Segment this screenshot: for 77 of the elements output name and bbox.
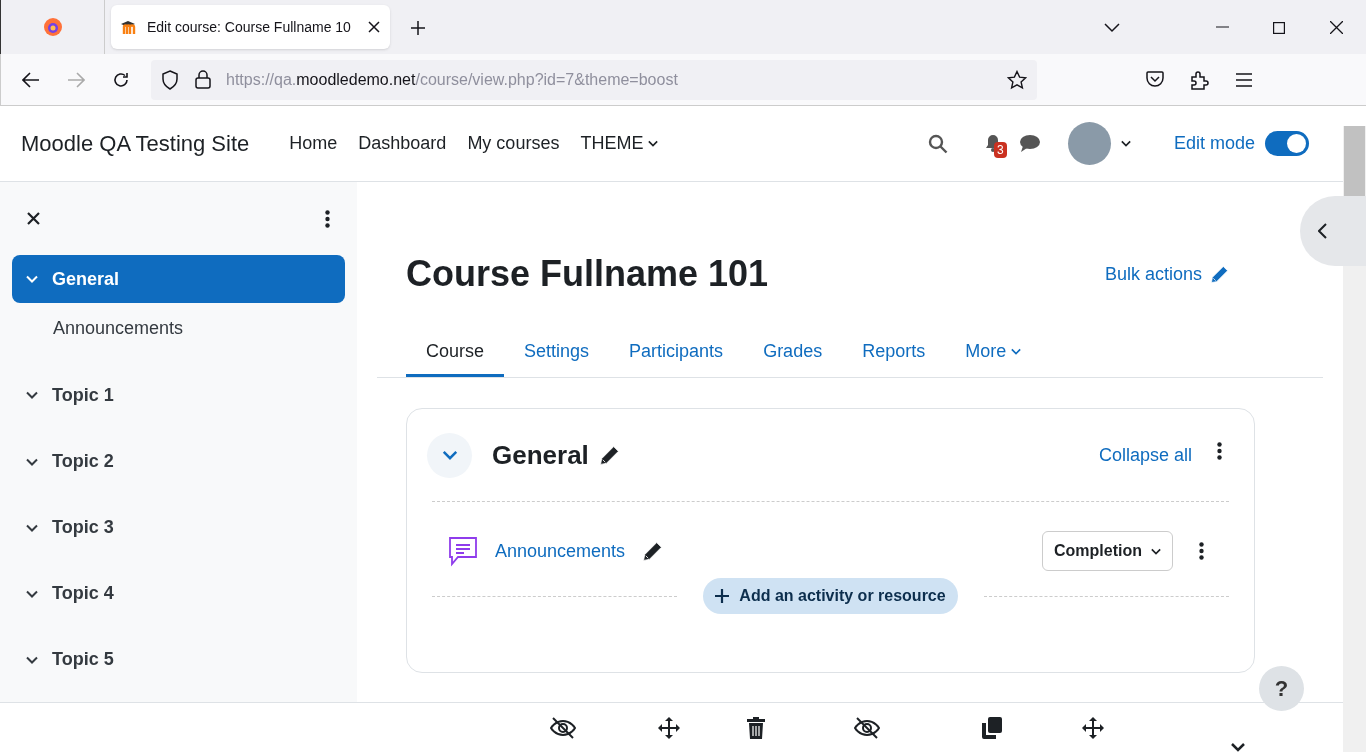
nav-tab[interactable]: Reports — [842, 329, 946, 377]
chevron-down-icon — [1120, 140, 1131, 147]
nav-tab[interactable]: More — [945, 329, 1042, 377]
chevron-down-icon — [26, 655, 38, 664]
course-title: Course Fullname 101 — [406, 252, 769, 296]
help-button[interactable]: ? — [1259, 666, 1304, 711]
back-icon[interactable] — [22, 71, 40, 88]
trash-icon[interactable] — [747, 716, 765, 739]
chevron-down-icon[interactable] — [1231, 742, 1245, 752]
activity-link[interactable]: Announcements — [495, 537, 626, 565]
browser-tab[interactable]: Edit course: Course Fullname 10 — [111, 5, 390, 49]
star-icon[interactable] — [1007, 69, 1027, 90]
chevron-down-icon — [26, 589, 38, 598]
move-icon[interactable] — [1082, 716, 1104, 739]
edit-mode-label: Edit mode — [1173, 132, 1255, 155]
close-window-icon[interactable] — [1330, 21, 1343, 34]
url-text: https://qa.moodledemo.net/course/view.php?id=7&theme=boost — [226, 69, 678, 90]
course-index-item[interactable]: Announcements — [12, 303, 345, 354]
address-bar[interactable]: https://qa.moodledemo.net/course/view.php?id=7&theme=boost — [151, 59, 1037, 100]
drawer-toggle-button[interactable] — [1300, 196, 1366, 266]
plus-icon — [715, 589, 730, 603]
course-index-section[interactable]: Topic 1 — [12, 371, 345, 420]
tab-title: Edit course: Course Fullname 10 — [147, 17, 351, 37]
nav-tab[interactable]: Grades — [743, 329, 843, 377]
nav-tab[interactable]: Settings — [504, 329, 610, 377]
completion-dropdown[interactable]: Completion — [1042, 531, 1173, 571]
nav-link[interactable]: My courses — [467, 130, 560, 157]
course-index-section[interactable]: General — [12, 255, 345, 304]
section-title: General — [492, 438, 589, 472]
course-index-section[interactable]: Topic 2 — [12, 437, 345, 486]
extensions-icon[interactable] — [1191, 69, 1209, 90]
new-tab-icon[interactable] — [410, 20, 426, 36]
chevron-down-icon — [648, 140, 659, 147]
menu-icon[interactable] — [1236, 72, 1252, 87]
collapse-all-link[interactable]: Collapse all — [1098, 441, 1192, 469]
hidden-eye-icon[interactable] — [854, 716, 880, 739]
browser-logo-icon[interactable] — [42, 17, 63, 37]
chat-bubble-icon[interactable] — [1019, 135, 1040, 152]
chevron-down-icon — [26, 457, 38, 466]
add-activity-button[interactable]: Add an activity or resource — [703, 578, 958, 614]
forum-icon — [447, 535, 479, 567]
site-name[interactable]: Moodle QA Testing Site — [21, 127, 250, 160]
edit-mode-toggle[interactable] — [1265, 131, 1309, 156]
copy-icon[interactable] — [981, 716, 1003, 739]
more-options-icon[interactable] — [325, 209, 330, 228]
reload-icon[interactable] — [112, 70, 130, 89]
move-icon[interactable] — [658, 716, 680, 739]
pencil-icon[interactable] — [642, 540, 664, 562]
chevron-down-icon — [26, 275, 38, 284]
course-index-section[interactable]: Topic 5 — [12, 635, 345, 684]
chevron-down-icon — [1151, 547, 1161, 555]
pencil-icon[interactable] — [598, 444, 620, 466]
chevron-down-icon — [26, 391, 38, 400]
course-index-section[interactable]: Topic 3 — [12, 503, 345, 552]
nav-tab[interactable]: Participants — [609, 329, 744, 377]
chevron-down-icon — [441, 450, 458, 460]
tab-list-icon[interactable] — [1104, 23, 1120, 33]
nav-tab[interactable]: Course — [406, 329, 505, 377]
close-tab-icon[interactable] — [368, 21, 380, 33]
maximize-icon[interactable] — [1273, 22, 1285, 34]
nav-dropdown[interactable]: THEME — [580, 130, 659, 157]
avatar[interactable] — [1067, 122, 1111, 165]
hidden-eye-icon[interactable] — [550, 716, 576, 739]
nav-link[interactable]: Home — [289, 130, 338, 157]
search-icon[interactable] — [927, 133, 948, 154]
bulk-actions-link[interactable]: Bulk actions — [1104, 260, 1229, 288]
close-icon[interactable] — [27, 212, 40, 226]
chevron-down-icon — [1011, 348, 1022, 355]
more-options-icon[interactable] — [1199, 542, 1204, 560]
pocket-icon[interactable] — [1146, 71, 1164, 88]
chevron-down-icon — [26, 523, 38, 532]
nav-link[interactable]: Dashboard — [358, 130, 447, 157]
more-options-icon[interactable] — [1217, 442, 1222, 460]
lock-icon[interactable] — [195, 70, 211, 89]
shield-icon[interactable] — [161, 69, 179, 90]
chevron-left-icon — [1318, 223, 1327, 239]
course-index-section[interactable]: Topic 4 — [12, 569, 345, 618]
